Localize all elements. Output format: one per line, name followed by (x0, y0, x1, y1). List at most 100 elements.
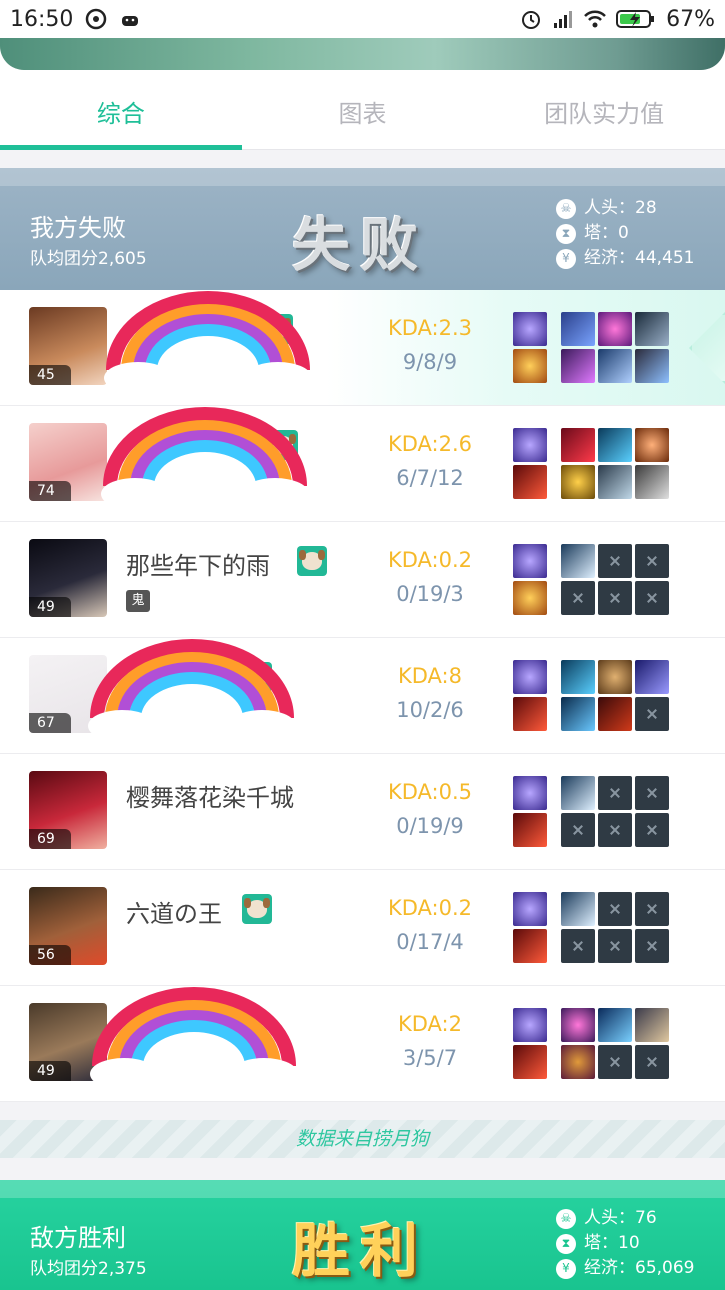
empty-item-slot (635, 776, 669, 810)
summoner-spells (513, 544, 547, 618)
item-icon (561, 697, 595, 731)
enemy-team-header: 敌方胜利 队均团分2,375 胜利 ☠ 人头：76 ⧗ 塔：10 ¥ 经济：65,06… (0, 1180, 725, 1290)
item-icon (561, 660, 595, 694)
empty-item-slot (635, 929, 669, 963)
player-level: 74 (29, 481, 71, 501)
item-icon (635, 1008, 669, 1042)
player-kda: KDA:8 (397, 664, 462, 688)
empty-item-slot (635, 544, 669, 578)
spell-icon (513, 349, 547, 383)
empty-item-slot (635, 697, 669, 731)
player-level: 67 (29, 713, 71, 733)
tab-team-strength[interactable]: 团队实力值 (483, 72, 725, 149)
avatar[interactable]: 45 (29, 307, 107, 385)
summoner-spells (513, 660, 547, 734)
our-team-title: 我方失败 (30, 214, 126, 242)
friend-icon (242, 894, 272, 924)
player-row[interactable]: 56 六道の王 KDA:0.2 0/17/4 (0, 870, 725, 986)
avatar[interactable]: 69 (29, 771, 107, 849)
status-bar: 16:50 67% (0, 0, 725, 38)
status-time: 16:50 (10, 6, 74, 32)
enemy-team-title: 敌方胜利 (30, 1224, 126, 1252)
player-kills: 0/19/3 (396, 582, 464, 606)
item-slots (561, 660, 671, 731)
coin-icon: ¥ (556, 1258, 576, 1279)
player-row[interactable]: 74 KDA:2.6 6/7/12 (0, 406, 725, 522)
flash-spell-icon (513, 1008, 547, 1042)
netease-icon (86, 8, 107, 30)
item-icon (561, 428, 595, 462)
item-icon (598, 349, 632, 383)
item-slots (561, 776, 671, 847)
flash-spell-icon (513, 892, 547, 926)
victory-badge: 胜利 (292, 1217, 429, 1285)
item-icon (561, 312, 595, 346)
item-icon (635, 349, 669, 383)
avatar[interactable]: 74 (29, 423, 107, 501)
player-level: 49 (29, 1061, 71, 1081)
empty-item-slot (561, 581, 595, 615)
item-icon (561, 349, 595, 383)
summoner-spells (513, 312, 547, 386)
summoner-spells (513, 776, 547, 850)
player-row[interactable]: 67 KDA:8 10/2/6 (0, 638, 725, 754)
avatar[interactable]: 49 (29, 1003, 107, 1081)
item-slots (561, 1008, 671, 1079)
flash-spell-icon (513, 544, 547, 578)
item-icon (598, 465, 632, 499)
player-row[interactable]: 45 KDA:2.3 9/8/9 (0, 290, 725, 406)
friend-icon (268, 430, 298, 460)
friend-icon (263, 314, 293, 344)
avatar[interactable]: 56 (29, 887, 107, 965)
empty-item-slot (635, 892, 669, 926)
our-team-header: 我方失败 队均团分2,605 失败 ☠ 人头：28 ⧗ 塔：0 ¥ 经济：44,451 (0, 168, 725, 290)
spell-icon (513, 1045, 547, 1079)
defeat-badge: 失败 (292, 211, 429, 279)
player-kda: KDA:0.2 (387, 896, 473, 920)
avatar[interactable]: 67 (29, 655, 107, 733)
player-list: 45 KDA:2.3 9/8/9 74 KDA:2.6 6/7/12 49 那些… (0, 290, 725, 1102)
avatar[interactable]: 49 (29, 539, 107, 617)
item-slots (561, 428, 671, 499)
enemy-towers: 塔：10 (584, 1233, 640, 1253)
empty-item-slot (598, 581, 632, 615)
spell-icon (513, 581, 547, 615)
enemy-team-avg-score: 队均团分2,375 (30, 1259, 147, 1279)
tab-charts[interactable]: 图表 (242, 72, 484, 149)
player-row[interactable]: 49 那些年下的雨 鬼 KDA:0.2 0/19/3 (0, 522, 725, 638)
player-kills: 3/5/7 (402, 1046, 458, 1070)
tower-icon: ⧗ (556, 223, 576, 244)
wifi-icon (584, 10, 606, 28)
our-towers: 塔：0 (584, 223, 629, 243)
item-slots (561, 892, 671, 963)
mvp-marker (689, 312, 725, 384)
player-kills: 0/19/9 (396, 814, 464, 838)
player-row[interactable]: 69 樱舞落花染千城 KDA:0.5 0/19/9 (0, 754, 725, 870)
summoner-spells (513, 1008, 547, 1082)
enemy-team-stats: ☠ 人头：76 ⧗ 塔：10 ¥ 经济：65,069 (556, 1206, 694, 1281)
tab-overview[interactable]: 综合 (0, 72, 242, 150)
player-level: 49 (29, 597, 71, 617)
coin-icon: ¥ (556, 248, 576, 269)
player-level: 45 (29, 365, 71, 385)
item-slots (561, 312, 671, 383)
player-kills: 0/17/4 (396, 930, 464, 954)
header-banner (0, 38, 725, 72)
player-row[interactable]: 49 KDA:2 3/5/7 (0, 986, 725, 1102)
empty-item-slot (561, 929, 595, 963)
spell-icon (513, 813, 547, 847)
item-icon (598, 428, 632, 462)
battery-icon (616, 10, 655, 28)
empty-item-slot (598, 892, 632, 926)
item-icon (561, 1045, 595, 1079)
item-icon (635, 428, 669, 462)
player-kills: 6/7/12 (396, 466, 464, 490)
player-kills: 10/2/6 (396, 698, 464, 722)
player-kda: KDA:0.5 (387, 780, 473, 804)
empty-item-slot (635, 1045, 669, 1079)
player-kda: KDA:2.6 (387, 432, 473, 456)
spell-icon (513, 697, 547, 731)
player-name: 六道の王 (126, 900, 222, 928)
item-icon (561, 892, 595, 926)
battery-percent: 67% (666, 6, 715, 32)
